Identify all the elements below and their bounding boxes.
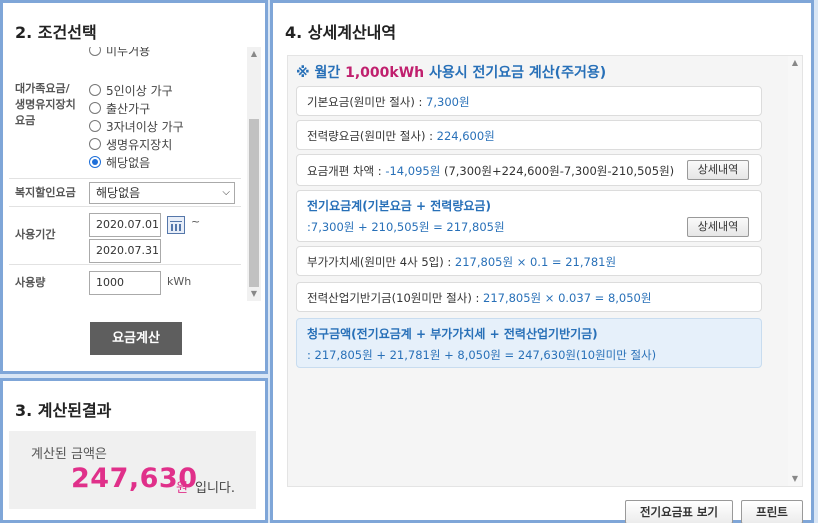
fund-line: 전력산업기반기금(10원미만 절사) : 217,805원 × 0.037 = … bbox=[307, 290, 651, 306]
vat-card: 부가가치세(원미만 4사 5입) : 217,805원 × 0.1 = 21,7… bbox=[296, 246, 762, 276]
welfare-select-value: 해당없음 bbox=[96, 186, 141, 200]
conditions-panel: 2. 조건선택 미두거용 대가족요금/ 생명유지장치 요금 5인이상 가구 출산… bbox=[0, 0, 268, 374]
vat-label: 부가가치세(원미만 4사 5입) : bbox=[307, 255, 455, 269]
energy-fee-value: 224,600원 bbox=[436, 129, 495, 143]
conditions-title: 2. 조건선택 bbox=[15, 23, 97, 42]
calendar-icon[interactable] bbox=[167, 216, 185, 234]
radio-label: 해당없음 bbox=[106, 155, 151, 170]
result-suffix: 입니다. bbox=[195, 481, 236, 496]
subtotal-title: 전기요금계(기본요금 + 전력량요금) bbox=[307, 199, 491, 213]
radio-circle[interactable] bbox=[89, 84, 101, 96]
radio-large-family[interactable]: 5인이상 가구 bbox=[89, 81, 173, 99]
reform-value: -14,095원 bbox=[385, 164, 441, 178]
basic-fee-card: 기본요금(원미만 절사) : 7,300원 bbox=[296, 86, 762, 116]
result-title: 3. 계산된결과 bbox=[15, 401, 112, 420]
discount-label: 대가족요금/ 생명유지장치 요금 bbox=[15, 82, 76, 127]
scroll-thumb[interactable] bbox=[249, 119, 259, 287]
total-card: 청구금액(전기요금계 + 부가가치세 + 전력산업기반기금) : 217,805… bbox=[296, 318, 762, 368]
usage-unit: kWh bbox=[167, 275, 192, 288]
fund-formula: 217,805원 × 0.037 = 8,050원 bbox=[483, 291, 652, 305]
detail-scrollbar[interactable]: ▲ ▼ bbox=[788, 56, 802, 486]
print-button[interactable]: 프린트 bbox=[741, 500, 803, 523]
detail-frame: ※ 월간 1,000kWh 사용시 전기요금 계산(주거용) 기본요금(원미만 … bbox=[287, 55, 803, 487]
detail-panel: 4. 상세계산내역 ※ 월간 1,000kWh 사용시 전기요금 계산(주거용)… bbox=[270, 0, 814, 523]
basic-fee-line: 기본요금(원미만 절사) : 7,300원 bbox=[307, 94, 470, 110]
conditions-scrollbar[interactable]: ▲ ▼ bbox=[247, 47, 261, 301]
fund-label: 전력산업기반기금(10원미만 절사) : bbox=[307, 291, 483, 305]
detail-heading-prefix: ※ 월간 bbox=[296, 65, 346, 81]
result-panel: 3. 계산된결과 계산된 금액은 247,630 원 입니다. bbox=[0, 378, 268, 523]
result-caption: 계산된 금액은 bbox=[31, 447, 107, 462]
period-tilde: ~ bbox=[191, 215, 201, 228]
welfare-row: 복지할인요금 해당없음 ⌵ bbox=[9, 179, 241, 207]
radio-partial-label: 미두거용 bbox=[106, 47, 151, 58]
scroll-down-icon[interactable]: ▼ bbox=[247, 287, 261, 301]
welfare-label: 복지할인요금 bbox=[15, 186, 76, 199]
radio-circle-selected[interactable] bbox=[89, 156, 101, 168]
usage-row: 사용량 1000 kWh bbox=[9, 265, 241, 301]
reform-line: 요금개편 차액 : -14,095원 (7,300원+224,600원-7,30… bbox=[307, 163, 674, 179]
radio-birth[interactable]: 출산가구 bbox=[89, 99, 150, 117]
basic-fee-label: 기본요금(원미만 절사) : bbox=[307, 95, 427, 109]
radio-circle[interactable] bbox=[89, 102, 101, 114]
radio-label: 5인이상 가구 bbox=[106, 83, 173, 98]
discount-row: 대가족요금/ 생명유지장치 요금 5인이상 가구 출산가구 3자녀이상 가구 생… bbox=[9, 69, 241, 179]
detail-title: 4. 상세계산내역 bbox=[285, 23, 397, 42]
result-unit: 원 bbox=[176, 481, 188, 496]
scroll-up-icon[interactable]: ▲ bbox=[247, 47, 261, 61]
radio-life-support[interactable]: 생명유지장치 bbox=[89, 135, 172, 153]
radio-label: 3자녀이상 가구 bbox=[106, 119, 184, 134]
radio-label: 생명유지장치 bbox=[106, 137, 173, 152]
period-end-input[interactable]: 2020.07.31 bbox=[89, 239, 161, 263]
calculate-button[interactable]: 요금계산 bbox=[90, 322, 182, 355]
fund-card: 전력산업기반기금(10원미만 절사) : 217,805원 × 0.037 = … bbox=[296, 282, 762, 312]
rate-table-button[interactable]: 전기요금표 보기 bbox=[625, 500, 733, 523]
reform-detail-button[interactable]: 상세내역 bbox=[687, 160, 749, 180]
total-title: 청구금액(전기요금계 + 부가가치세 + 전력산업기반기금) bbox=[307, 327, 598, 341]
detail-heading-usage: 1,000kWh bbox=[345, 65, 425, 81]
energy-fee-card: 전력량요금(원미만 절사) : 224,600원 bbox=[296, 120, 762, 150]
subtotal-card: 전기요금계(기본요금 + 전력량요금) :7,300원 + 210,505원 =… bbox=[296, 190, 762, 242]
usage-label: 사용량 bbox=[15, 276, 46, 289]
welfare-select[interactable]: 해당없음 ⌵ bbox=[89, 182, 235, 204]
period-start-input[interactable]: 2020.07.01 bbox=[89, 213, 161, 237]
radio-label: 출산가구 bbox=[106, 101, 151, 116]
period-label: 사용기간 bbox=[15, 228, 56, 241]
subtotal-formula: :7,300원 + 210,505원 = 217,805원 bbox=[307, 220, 505, 234]
radio-three-children[interactable]: 3자녀이상 가구 bbox=[89, 117, 184, 135]
total-formula: : 217,805원 + 21,781원 + 8,050원 = 247,630원… bbox=[307, 348, 657, 362]
subtotal-detail-button[interactable]: 상세내역 bbox=[687, 217, 749, 237]
total-formula-line: : 217,805원 + 21,781원 + 8,050원 = 247,630원… bbox=[307, 347, 656, 363]
reform-card: 요금개편 차액 : -14,095원 (7,300원+224,600원-7,30… bbox=[296, 154, 762, 186]
scroll-up-icon[interactable]: ▲ bbox=[788, 56, 802, 70]
result-box: 계산된 금액은 247,630 원 입니다. bbox=[9, 431, 256, 509]
vat-line: 부가가치세(원미만 4사 5입) : 217,805원 × 0.1 = 21,7… bbox=[307, 254, 616, 270]
reform-formula: (7,300원+224,600원-7,300원-210,505원) bbox=[440, 164, 675, 178]
reform-label: 요금개편 차액 : bbox=[307, 164, 386, 178]
conditions-scroll-area[interactable]: 미두거용 대가족요금/ 생명유지장치 요금 5인이상 가구 출산가구 3자녀이상… bbox=[9, 47, 261, 301]
detail-heading-suffix: 사용시 전기요금 계산(주거용) bbox=[424, 65, 607, 81]
detail-heading: ※ 월간 1,000kWh 사용시 전기요금 계산(주거용) bbox=[296, 62, 606, 82]
subtotal-formula-line: :7,300원 + 210,505원 = 217,805원 bbox=[307, 219, 505, 235]
vat-formula: 217,805원 × 0.1 = 21,781원 bbox=[454, 255, 617, 269]
radio-none[interactable]: 해당없음 bbox=[89, 153, 150, 171]
radio-circle[interactable] bbox=[89, 138, 101, 150]
radio-partial-option[interactable]: 미두거용 bbox=[89, 47, 150, 59]
chevron-down-icon: ⌵ bbox=[222, 187, 230, 198]
energy-fee-line: 전력량요금(원미만 절사) : 224,600원 bbox=[307, 128, 495, 144]
scroll-down-icon[interactable]: ▼ bbox=[788, 472, 802, 486]
energy-fee-label: 전력량요금(원미만 절사) : bbox=[307, 129, 437, 143]
usage-input[interactable]: 1000 bbox=[89, 271, 161, 295]
basic-fee-value: 7,300원 bbox=[426, 95, 470, 109]
period-row: 사용기간 2020.07.01 ~ 2020.07.31 bbox=[9, 207, 241, 265]
radio-circle[interactable] bbox=[89, 47, 101, 56]
radio-circle[interactable] bbox=[89, 120, 101, 132]
